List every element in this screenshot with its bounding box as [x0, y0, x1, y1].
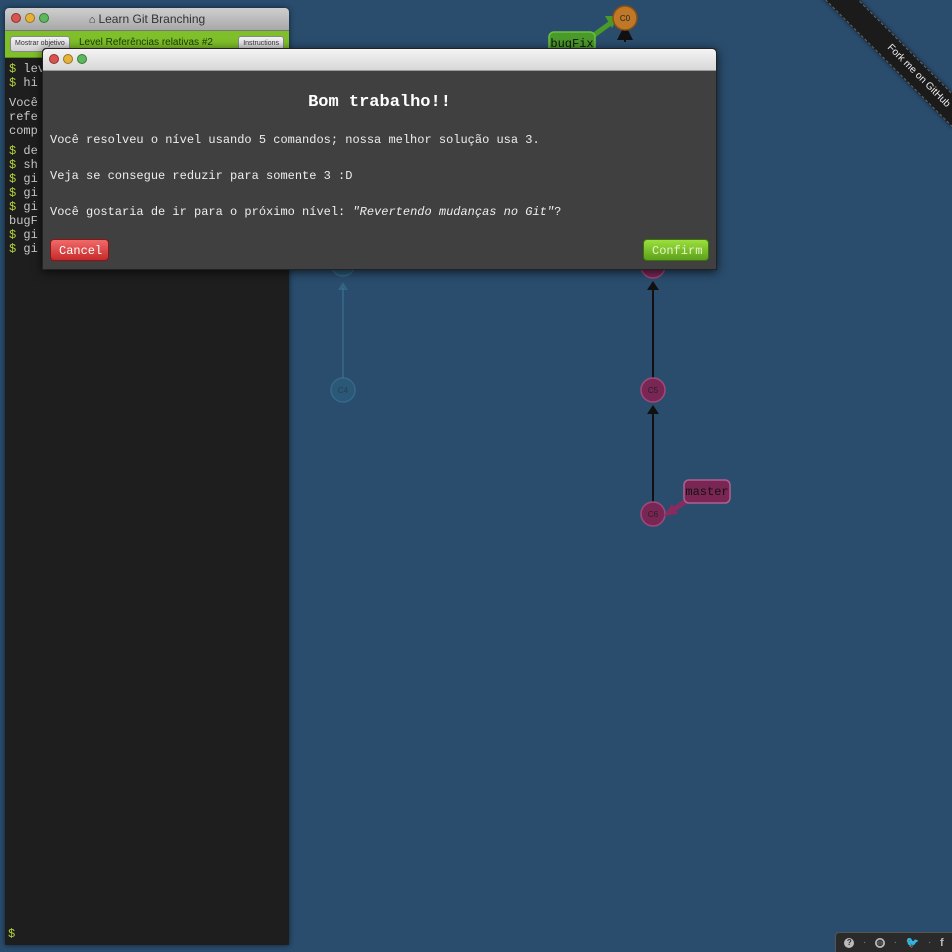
branch-master-label: master [685, 485, 728, 499]
terminal-line: gi [16, 172, 38, 186]
commit-c6[interactable]: C6 [640, 501, 666, 527]
dialog-heading: Bom trabalho!! [308, 93, 451, 112]
terminal-line: sh [16, 158, 38, 172]
next-level-name: "Revertendo mudanças no Git" [352, 205, 555, 219]
terminal-line: Você [9, 96, 38, 110]
question-icon[interactable]: ? [844, 937, 855, 948]
terminal-line: gi [16, 186, 38, 200]
branch-master[interactable]: master [664, 479, 731, 516]
level-complete-dialog: Bom trabalho!! Você resolveu o nível usa… [42, 48, 717, 270]
dialog-message-reduce: Veja se consegue reduzir para somente 3 … [50, 169, 353, 183]
level-indicator[interactable]: Level Referências relativas #2 [79, 37, 213, 48]
terminal-titlebar[interactable]: ⌂ Learn Git Branching [5, 8, 289, 31]
edge-c5-arrow [647, 281, 659, 290]
github-ribbon[interactable]: Fork me on GitHub [802, 0, 952, 150]
terminal-line: bugF [9, 214, 38, 228]
footer-bar: ? · ◍ · 🐦 · f [835, 932, 952, 952]
terminal-title: ⌂ Learn Git Branching [88, 12, 206, 26]
terminal-line: lev [16, 62, 46, 76]
commit-c4[interactable]: C4 [330, 377, 356, 403]
globe-icon[interactable]: ◍ [874, 937, 885, 948]
command-input[interactable]: $ [8, 927, 15, 941]
facebook-icon[interactable]: f [940, 937, 944, 949]
minimize-icon[interactable] [63, 54, 73, 64]
commit-c5[interactable]: C5 [640, 377, 666, 403]
commit-c5-label: C5 [648, 386, 659, 395]
terminal-line: refe [9, 110, 38, 124]
cancel-button[interactable]: Cancel [50, 239, 109, 261]
terminal-line: comp [9, 124, 38, 138]
terminal-line: gi [16, 228, 38, 242]
commit-c0-label: C0 [620, 14, 631, 23]
commit-c6-label: C6 [648, 510, 659, 519]
dialog-message-next-level: Você gostaria de ir para o próximo nível… [50, 205, 562, 219]
edge-c4-arrow [338, 282, 348, 290]
close-icon[interactable] [49, 54, 59, 64]
terminal-line: de [16, 144, 38, 158]
dialog-titlebar[interactable] [43, 49, 716, 71]
edge-c6-arrow [647, 405, 659, 414]
terminal-line: hi [16, 76, 38, 90]
commit-c0[interactable]: C0 [612, 5, 638, 31]
home-icon: ⌂ [88, 14, 96, 26]
confirm-button[interactable]: Confirm [643, 239, 709, 261]
twitter-icon[interactable]: 🐦 [906, 936, 920, 949]
maximize-icon[interactable] [77, 54, 87, 64]
terminal-line: gi [16, 200, 38, 214]
dialog-message-commands: Você resolveu o nível usando 5 comandos;… [50, 133, 540, 147]
commit-c4-label: C4 [338, 386, 349, 395]
github-ribbon-label[interactable]: Fork me on GitHub [810, 0, 952, 128]
terminal-line: gi [16, 242, 38, 256]
